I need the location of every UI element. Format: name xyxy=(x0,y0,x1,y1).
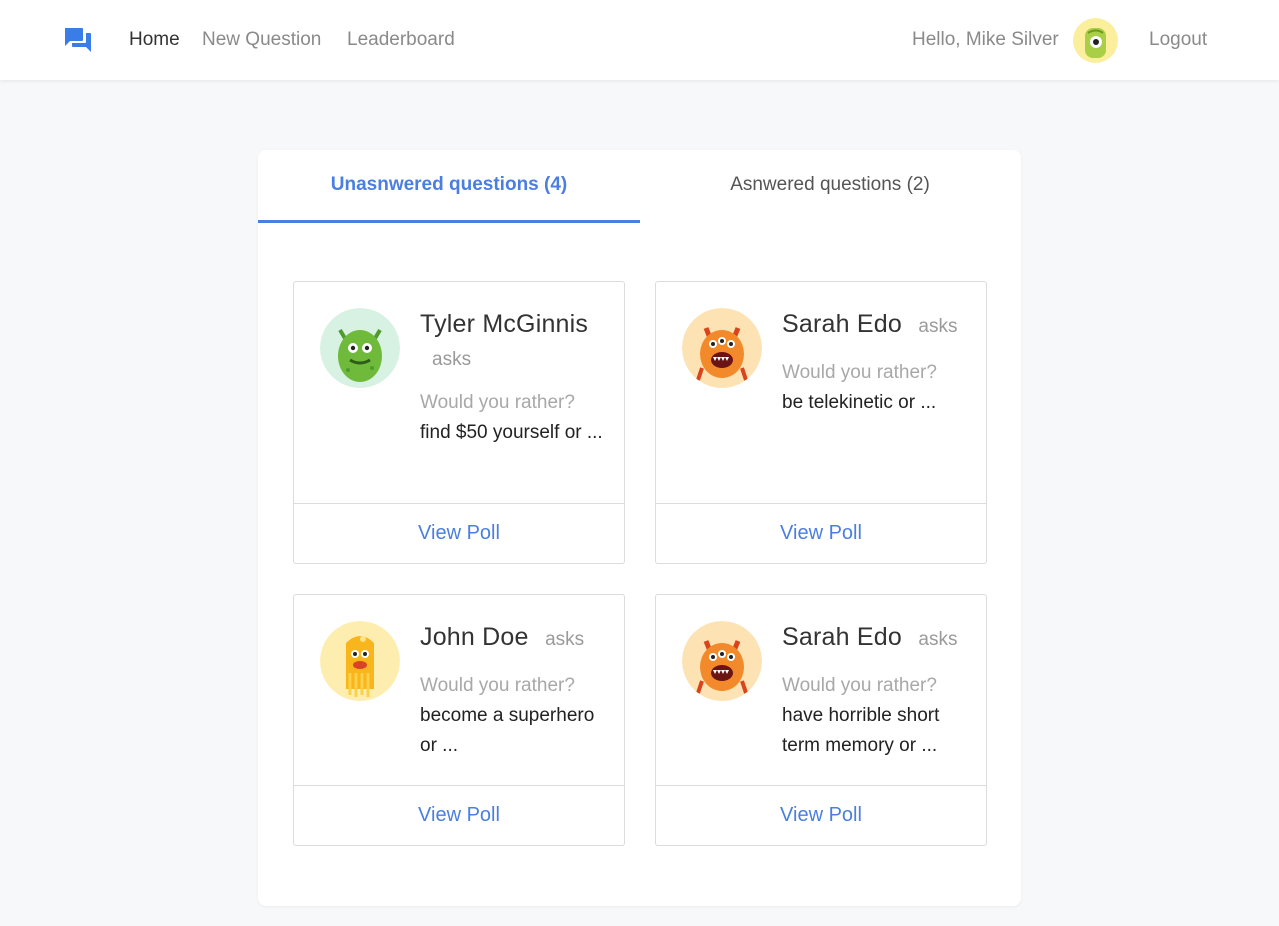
nav-home-link[interactable]: Home xyxy=(129,28,180,52)
one-eyed-monster-icon xyxy=(1073,18,1118,63)
card-header: Sarah Edo asks xyxy=(782,308,972,344)
poll-card: John Doe asks Would you rather? become a… xyxy=(293,594,625,846)
question-preview: find $50 yourself or ... xyxy=(420,422,603,443)
author-avatar xyxy=(682,308,762,388)
yellow-monster-icon xyxy=(320,621,400,701)
orange-monster-icon xyxy=(682,308,762,388)
author-name: John Doe xyxy=(420,623,529,651)
user-greeting: Hello, Mike Silver xyxy=(912,29,1059,50)
question-preview: have horrible short term memory or ... xyxy=(782,705,940,756)
questions-panel: Unasnwered questions (4) Asnwered questi… xyxy=(258,150,1021,906)
asks-label: asks xyxy=(432,349,472,370)
chat-bubbles-icon[interactable] xyxy=(64,27,92,53)
poll-card: Tyler McGinnis asks Would you rather? fi… xyxy=(293,281,625,564)
asks-label: asks xyxy=(545,629,585,650)
logout-link[interactable]: Logout xyxy=(1149,28,1207,52)
asks-label: asks xyxy=(918,629,958,650)
nav-new-question-link[interactable]: New Question xyxy=(202,28,321,52)
poll-card: Sarah Edo asks Would you rather? have ho… xyxy=(655,594,987,846)
card-header: Sarah Edo asks xyxy=(782,621,972,657)
author-avatar xyxy=(320,621,400,701)
view-poll-button[interactable]: View Poll xyxy=(656,503,986,563)
would-you-rather-prompt: Would you rather? xyxy=(782,675,937,696)
question-preview: be telekinetic or ... xyxy=(782,392,937,413)
view-poll-button[interactable]: View Poll xyxy=(294,503,624,563)
tab-answered[interactable]: Asnwered questions (2) xyxy=(639,150,1021,223)
would-you-rather-prompt: Would you rather? xyxy=(420,392,575,413)
would-you-rather-prompt: Would you rather? xyxy=(782,362,937,383)
question-preview: become a superhero or ... xyxy=(420,705,595,756)
asks-label: asks xyxy=(918,316,958,337)
tab-unanswered[interactable]: Unasnwered questions (4) xyxy=(258,150,640,223)
author-name: Sarah Edo xyxy=(782,310,902,338)
view-poll-button[interactable]: View Poll xyxy=(656,785,986,845)
author-name: Tyler McGinnis xyxy=(420,310,589,338)
author-name: Sarah Edo xyxy=(782,623,902,651)
poll-card: Sarah Edo asks Would you rather? be tele… xyxy=(655,281,987,564)
green-monster-icon xyxy=(320,308,400,388)
view-poll-button[interactable]: View Poll xyxy=(294,785,624,845)
nav-leaderboard-link[interactable]: Leaderboard xyxy=(347,28,455,52)
card-header: Tyler McGinnis asks xyxy=(420,308,610,377)
orange-monster-icon xyxy=(682,621,762,701)
card-header: John Doe asks xyxy=(420,621,610,657)
would-you-rather-prompt: Would you rather? xyxy=(420,675,575,696)
top-navbar: Home New Question Leaderboard Hello, Mik… xyxy=(0,0,1279,80)
user-avatar[interactable] xyxy=(1073,18,1118,63)
author-avatar xyxy=(320,308,400,388)
author-avatar xyxy=(682,621,762,701)
